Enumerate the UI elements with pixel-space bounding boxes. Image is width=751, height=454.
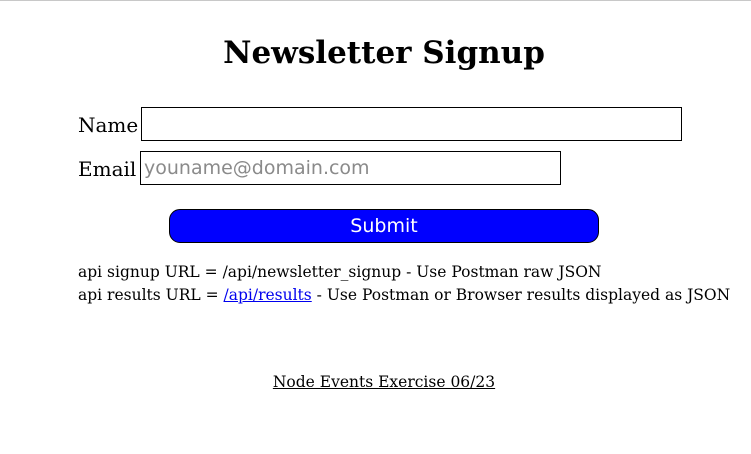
footer-link[interactable]: Node Events Exercise 06/23 — [0, 372, 751, 392]
api-results-info: api results URL = /api/results - Use Pos… — [78, 285, 730, 305]
email-input[interactable] — [140, 151, 561, 185]
submit-button[interactable]: Submit — [169, 209, 599, 243]
email-label: Email — [78, 157, 137, 181]
api-results-prefix: api results URL = — [78, 286, 224, 304]
name-input[interactable] — [141, 107, 682, 141]
api-signup-info: api signup URL = /api/newsletter_signup … — [78, 263, 602, 281]
page-title: Newsletter Signup — [223, 35, 545, 71]
api-results-link[interactable]: /api/results — [224, 286, 312, 304]
api-results-suffix: - Use Postman or Browser results display… — [311, 286, 731, 304]
name-label: Name — [78, 113, 139, 137]
